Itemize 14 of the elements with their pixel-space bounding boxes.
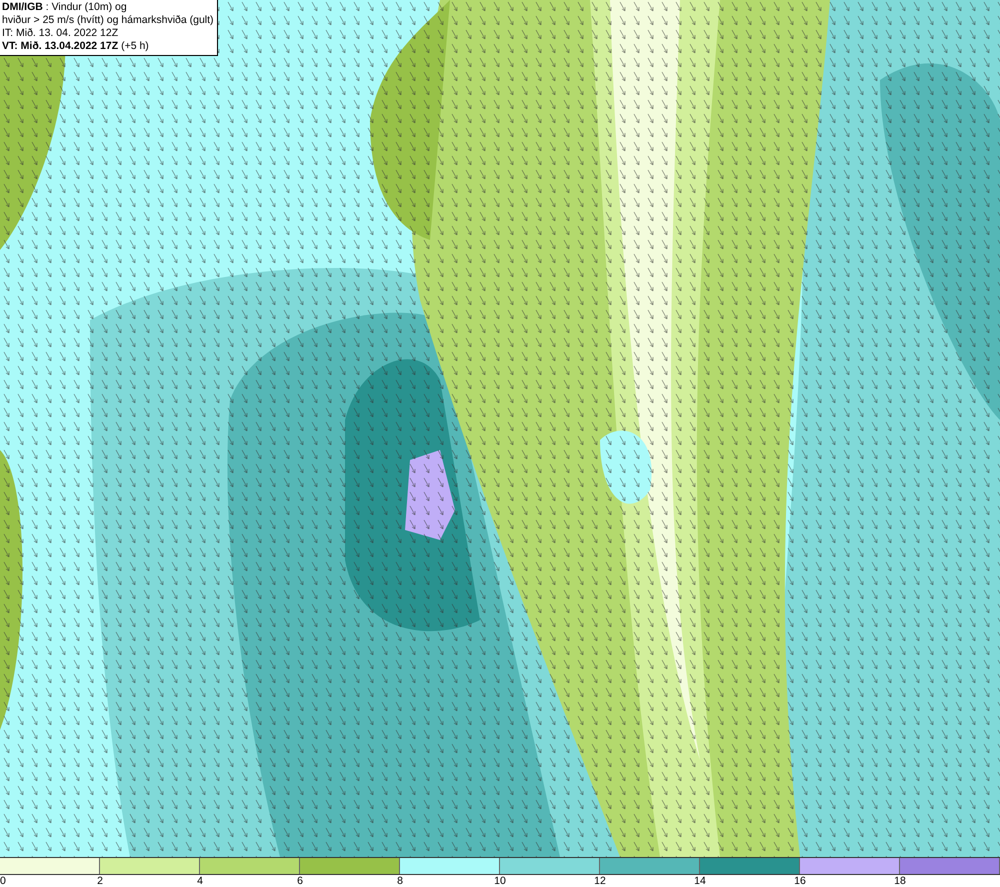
tick-label: 6 (297, 875, 303, 887)
tick-label: 14 (694, 875, 706, 887)
legend-title: DMI/IGB : Vindur (10m) og (2, 1, 128, 14)
tick-label: 10 (494, 875, 506, 887)
valid-time: VT: Mið. 13.04.2022 17Z (+5 h) (2, 40, 150, 53)
legend-subtitle: hviður > 25 m/s (hvítt) og hámarkshviða (gult) (2, 14, 214, 27)
tick-label: 0 (0, 875, 6, 887)
issue-time: IT: Mið. 13. 04. 2022 12Z (2, 27, 120, 40)
tick-label: 8 (397, 875, 403, 887)
tick-label: 2 (97, 875, 103, 887)
tick-label: 4 (197, 875, 203, 887)
tick-label: 16 (794, 875, 806, 887)
tick-label: 18 (894, 875, 906, 887)
tick-label: 12 (594, 875, 606, 887)
